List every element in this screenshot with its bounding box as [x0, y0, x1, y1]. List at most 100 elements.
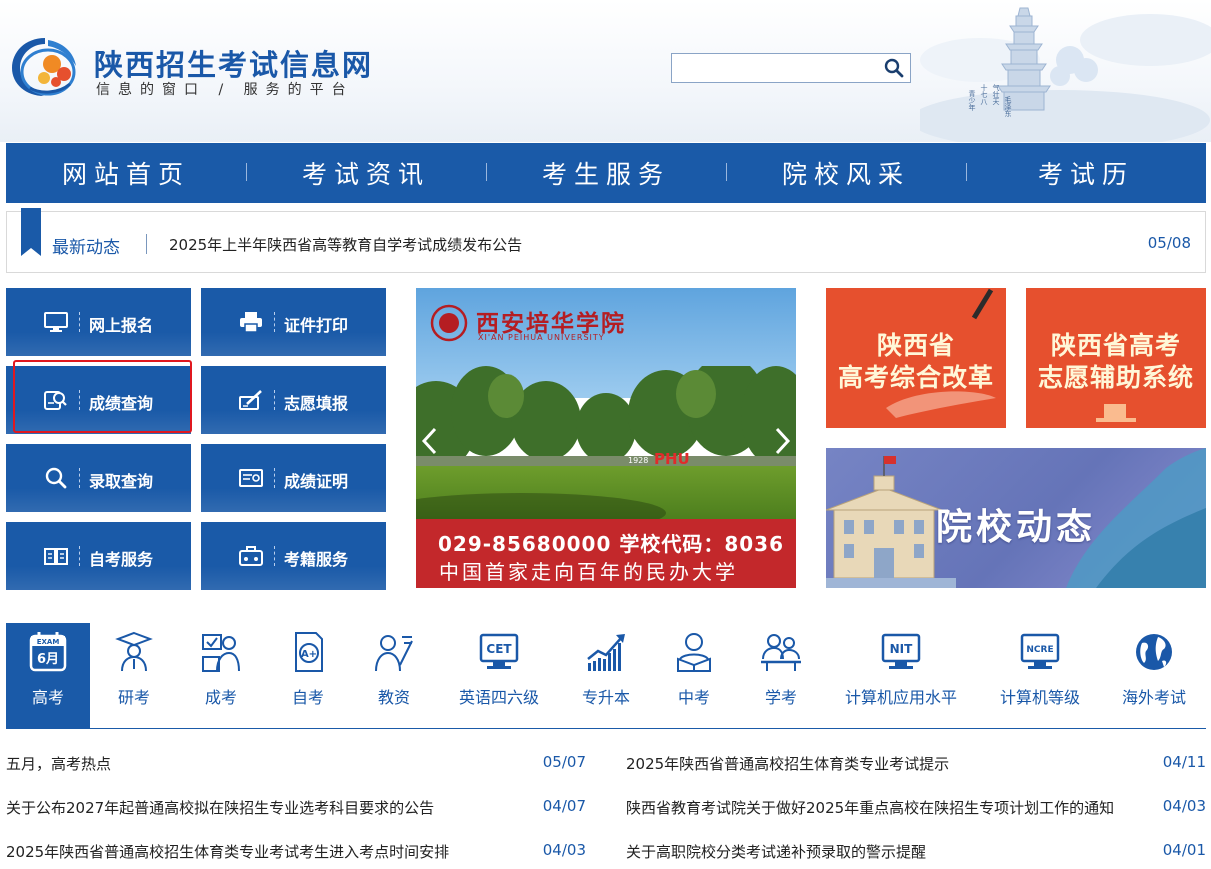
cet-badge: CET — [486, 642, 512, 656]
category-overseas-exam[interactable]: 海外考试 — [1102, 623, 1206, 729]
promo-volunteer-system[interactable]: 陕西省高考 志愿辅助系统 — [1026, 288, 1206, 428]
category-label: 专升本 — [581, 688, 630, 707]
tile-label: 录取查询 — [89, 472, 154, 491]
tile-self-study-service[interactable]: 自考服务 — [6, 522, 191, 590]
tile-application-fill[interactable]: 志愿填报 — [201, 366, 386, 434]
news-item[interactable]: 关于公布2027年起普通高校拟在陕招生专业选考科目要求的公告 04/07 — [6, 797, 586, 819]
printer-icon — [240, 312, 262, 333]
news-date: 04/03 — [542, 841, 586, 859]
site-logo[interactable] — [8, 34, 82, 100]
nav-item-student-services[interactable]: 考生服务 — [486, 155, 726, 191]
category-computer-application[interactable]: NIT 计算机应用水平 — [824, 623, 978, 729]
tile-score-certificate[interactable]: 成绩证明 — [201, 444, 386, 512]
site-slogan: 信息的窗口 / 服务的平台 — [96, 82, 354, 98]
category-computer-rank[interactable]: NCRE 计算机等级 — [978, 623, 1102, 729]
category-gaokao[interactable]: EXAM 6月 高考 — [6, 623, 90, 729]
exam-category-bar: EXAM 6月 高考 研考 成考 A+ 自考 教资 CET 英语四六级 专升本 … — [6, 623, 1206, 729]
nit-icon: NIT — [881, 633, 921, 669]
site-title: 陕西招生考试信息网 — [94, 48, 374, 82]
news-item[interactable]: 2025年陕西省普通高校招生体育类专业考试提示 04/11 — [626, 753, 1206, 775]
promo-line: 高考综合改革 — [837, 363, 994, 392]
news-title: 陕西省教育考试院关于做好2025年重点高校在陕招生专项计划工作的通知 — [626, 799, 1115, 817]
ticker-date: 05/08 — [1147, 234, 1191, 252]
student-reading-icon — [677, 633, 711, 672]
category-label: 成考 — [204, 688, 237, 707]
tile-certificate-print[interactable]: 证件打印 — [201, 288, 386, 356]
nav-item-colleges[interactable]: 院校风采 — [726, 155, 966, 191]
carousel-trees — [416, 366, 796, 476]
exam-calendar-icon: EXAM 6月 — [29, 632, 67, 672]
book-icon — [44, 548, 68, 565]
tile-enrollment-record-service[interactable]: 考籍服务 — [201, 522, 386, 590]
category-label: 计算机等级 — [999, 688, 1080, 707]
main-nav: 网站首页 考试资讯 考生服务 院校风采 考试历 — [6, 143, 1206, 203]
divider — [146, 234, 147, 254]
tile-online-registration[interactable]: 网上报名 — [6, 288, 191, 356]
carousel-phone: 029-85680000 学校代码：8036 — [438, 532, 785, 556]
category-self-study[interactable]: A+ 自考 — [264, 623, 352, 729]
category-zhongkao[interactable]: 中考 — [650, 623, 738, 729]
search-icon[interactable] — [882, 57, 906, 79]
category-adult-exam[interactable]: 成考 — [178, 623, 264, 729]
school-seal-icon — [430, 304, 468, 342]
category-label: 教资 — [377, 688, 410, 707]
carousel-sign-year: 1928 — [628, 456, 649, 465]
tile-label: 网上报名 — [89, 316, 154, 335]
growth-chart-icon — [587, 634, 625, 671]
ticker-label: 最新动态 — [52, 238, 120, 258]
chevron-left-icon[interactable] — [420, 426, 440, 456]
divider — [274, 546, 275, 566]
nav-item-home[interactable]: 网站首页 — [6, 155, 246, 191]
tile-score-query[interactable]: 成绩查询 — [6, 366, 191, 434]
divider — [79, 312, 80, 332]
ncre-icon: NCRE — [1020, 633, 1060, 669]
news-date: 04/07 — [542, 797, 586, 815]
search-box — [671, 53, 911, 83]
divider — [79, 468, 80, 488]
news-date: 05/07 — [542, 753, 586, 771]
promo-college-news[interactable]: 院校动态 — [826, 448, 1206, 588]
tile-label: 自考服务 — [89, 550, 154, 569]
tile-label: 成绩证明 — [284, 472, 349, 491]
monitor-icon — [44, 312, 68, 332]
poem-column: 气壮天 — [992, 84, 1000, 105]
divider — [79, 546, 80, 566]
news-item[interactable]: 陕西省教育考试院关于做好2025年重点高校在陕招生专项计划工作的通知 04/03 — [626, 797, 1206, 819]
divider — [274, 390, 275, 410]
divider — [79, 390, 80, 410]
category-label: 高考 — [31, 688, 64, 707]
news-item[interactable]: 关于高职院校分类考试递补预录取的警示提醒 04/01 — [626, 841, 1206, 863]
category-cet[interactable]: CET 英语四六级 — [436, 623, 562, 729]
promo-gaokao-reform[interactable]: 陕西省 高考综合改革 — [826, 288, 1006, 428]
students-icon — [761, 634, 801, 671]
magnifier-icon — [45, 467, 67, 489]
category-academic-test[interactable]: 学考 — [738, 623, 824, 729]
nit-badge: NIT — [890, 642, 914, 656]
search-input[interactable] — [672, 54, 872, 82]
exam-badge-month: 6月 — [37, 652, 59, 667]
ncre-badge: NCRE — [1026, 645, 1053, 655]
ticker-news-link[interactable]: 2025年上半年陕西省高等教育自学考试成绩发布公告 — [169, 234, 522, 255]
certificate-icon — [239, 469, 263, 487]
category-label: 海外考试 — [1121, 688, 1186, 707]
chevron-right-icon[interactable] — [772, 426, 792, 456]
category-upgrade[interactable]: 专升本 — [562, 623, 650, 729]
category-label: 英语四六级 — [458, 688, 539, 707]
category-label: 计算机应用水平 — [844, 688, 957, 707]
carousel-banner[interactable]: 西安培华学院 XI'AN PEIHUA UNIVERSITY 1928 PHU … — [416, 288, 796, 588]
news-item[interactable]: 五月，高考热点 05/07 — [6, 753, 586, 775]
category-teacher-cert[interactable]: 教资 — [352, 623, 436, 729]
graduate-icon — [115, 631, 153, 672]
tile-label: 证件打印 — [284, 316, 349, 335]
nav-item-exam-news[interactable]: 考试资讯 — [246, 155, 486, 191]
promo-line: 志愿辅助系统 — [1037, 363, 1194, 392]
adult-exam-icon — [202, 634, 240, 672]
category-postgraduate[interactable]: 研考 — [90, 623, 178, 729]
tile-admission-query[interactable]: 录取查询 — [6, 444, 191, 512]
promo-college-news-title: 院校动态 — [936, 507, 1097, 548]
news-item[interactable]: 2025年陕西省普通高校招生体育类专业考试考生进入考点时间安排 04/03 — [6, 841, 586, 863]
nav-item-exam-calendar[interactable]: 考试历 — [966, 155, 1206, 191]
globe-icon — [1136, 634, 1172, 670]
news-date: 04/01 — [1162, 841, 1206, 859]
category-label: 自考 — [291, 688, 324, 707]
